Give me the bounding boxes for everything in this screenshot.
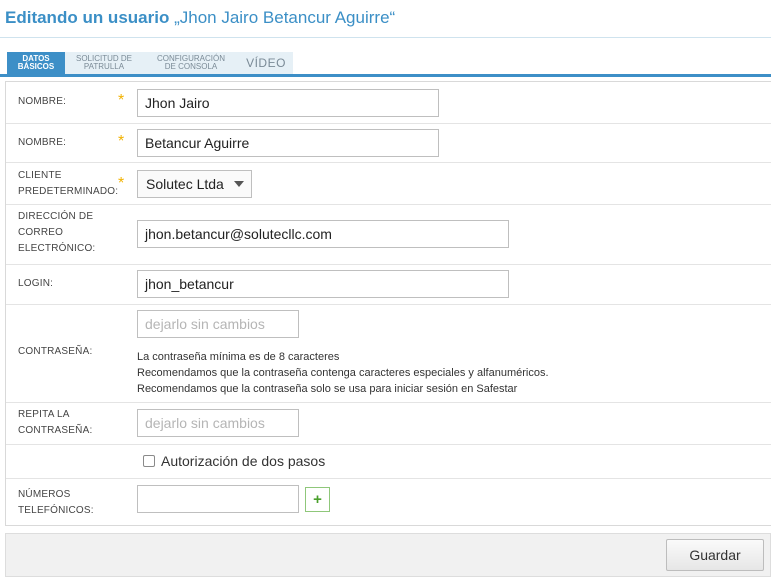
row-two-factor: Autorización de dos pasos <box>6 445 771 479</box>
password-hint-min-length: La contraseña mínima es de 8 caracteres <box>137 351 340 363</box>
phones-label: NÚMEROS TELEFÓNICOS: <box>18 489 94 516</box>
caret-down-icon <box>233 181 244 187</box>
password-hint-safestar: Recomendamos que la contraseña solo se u… <box>137 383 518 395</box>
last-name-input[interactable]: Betancur Aguirre <box>137 129 439 157</box>
tab-configuracion-de-consola[interactable]: CONFIGURACIÓN DE CONSOLA <box>143 52 239 74</box>
password-label: CONTRASEÑA: <box>18 346 93 357</box>
client-label: CLIENTE PREDETERMINADO: <box>18 170 119 197</box>
form-footer: Guardar <box>5 533 771 577</box>
password-input[interactable]: dejarlo sin cambios <box>137 310 299 338</box>
email-input[interactable]: jhon.betancur@solutecllc.com <box>137 220 509 248</box>
repeat-password-input[interactable]: dejarlo sin cambios <box>137 409 299 437</box>
user-form: NOMBRE: * Jhon Jairo NOMBRE: * Betancur … <box>5 81 771 526</box>
tab-solicitud-de-patrulla[interactable]: SOLICITUD DE PATRULLA <box>65 52 143 74</box>
page-title: Editando un usuario „Jhon Jairo Betancur… <box>5 8 395 28</box>
password-hint-characters: Recomendamos que la contraseña contenga … <box>137 367 549 379</box>
plus-icon: + <box>313 491 322 508</box>
client-select-value: Solutec Ltda <box>146 176 224 192</box>
client-select[interactable]: Solutec Ltda <box>137 170 252 198</box>
save-button[interactable]: Guardar <box>666 539 764 571</box>
page-header: Editando un usuario „Jhon Jairo Betancur… <box>0 0 771 38</box>
row-repeat-password: REPITA LA CONTRASEÑA: dejarlo sin cambios <box>6 403 771 445</box>
first-name-label: NOMBRE: <box>18 96 67 107</box>
email-label: DIRECCIÓN DE CORREO ELECTRÓNICO: <box>18 211 96 254</box>
two-factor-checkbox[interactable] <box>143 455 155 467</box>
page-title-username: „Jhon Jairo Betancur Aguirre“ <box>174 8 396 27</box>
row-password: CONTRASEÑA: dejarlo sin cambios La contr… <box>6 305 771 403</box>
tab-video[interactable]: VÍDEO <box>239 52 293 74</box>
tab-underline <box>0 74 771 77</box>
first-name-input[interactable]: Jhon Jairo <box>137 89 439 117</box>
repeat-password-label: REPITA LA CONTRASEÑA: <box>18 409 93 436</box>
page-title-lead: Editando un usuario <box>5 8 170 27</box>
tab-bar: DATOS BÁSICOS SOLICITUD DE PATRULLA CONFIG… <box>7 52 293 74</box>
last-name-label: NOMBRE: <box>18 137 67 148</box>
row-login: LOGIN: jhon_betancur <box>6 265 771 305</box>
row-last-name: NOMBRE: * Betancur Aguirre <box>6 124 771 163</box>
phone-input[interactable] <box>137 485 299 513</box>
add-phone-button[interactable]: + <box>305 487 330 512</box>
login-input[interactable]: jhon_betancur <box>137 270 509 298</box>
required-star-icon: * <box>118 92 125 109</box>
required-star-icon: * <box>118 175 125 192</box>
row-first-name: NOMBRE: * Jhon Jairo <box>6 82 771 124</box>
two-factor-label[interactable]: Autorización de dos pasos <box>161 453 325 469</box>
required-star-icon: * <box>118 133 125 150</box>
row-phones: NÚMEROS TELEFÓNICOS: + <box>6 479 771 526</box>
login-label: LOGIN: <box>18 278 54 289</box>
row-email: DIRECCIÓN DE CORREO ELECTRÓNICO: jhon.beta… <box>6 205 771 265</box>
tab-datos-basicos[interactable]: DATOS BÁSICOS <box>7 52 65 74</box>
row-client: CLIENTE PREDETERMINADO: * Solutec Ltda <box>6 163 771 205</box>
